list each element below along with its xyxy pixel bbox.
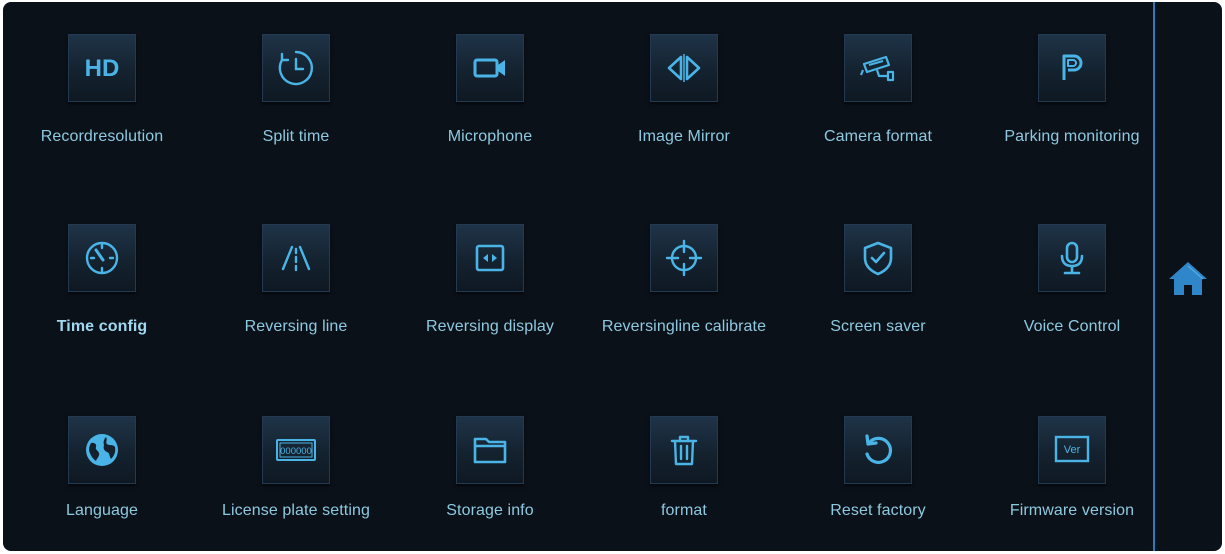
tile-label: Reversing line xyxy=(244,318,348,335)
folder-icon xyxy=(456,416,524,484)
security-camera-icon xyxy=(844,34,912,102)
microphone-icon xyxy=(1038,224,1106,292)
tile-voice-control[interactable]: Voice Control xyxy=(977,224,1167,374)
sidebar-divider xyxy=(1153,2,1155,551)
tile-label: Recordresolution xyxy=(40,128,164,145)
tile-label: Parking monitoring xyxy=(1004,128,1140,145)
tile-reversing-line[interactable]: Reversing line xyxy=(201,224,391,374)
tile-label: Screen saver xyxy=(830,318,926,335)
trash-icon xyxy=(650,416,718,484)
tile-firmware-version[interactable]: Ver Firmware version xyxy=(977,416,1167,551)
tile-label: Language xyxy=(66,502,138,519)
tile-microphone[interactable]: Microphone xyxy=(395,34,585,184)
tile-storage-info[interactable]: Storage info xyxy=(395,416,585,551)
tile-label: Microphone xyxy=(447,128,533,145)
globe-icon xyxy=(68,416,136,484)
tile-split-time[interactable]: Split time xyxy=(201,34,391,184)
tile-label: Storage info xyxy=(446,502,534,519)
crosshair-icon xyxy=(650,224,718,292)
tile-format[interactable]: format xyxy=(589,416,779,551)
mirror-icon xyxy=(650,34,718,102)
tile-label: Voice Control xyxy=(1023,318,1121,335)
hd-icon: HD xyxy=(68,34,136,102)
tile-camera-format[interactable]: Camera format xyxy=(783,34,973,184)
tile-label: Split time xyxy=(262,128,330,145)
tile-reversingline-calibrate[interactable]: Reversingline calibrate xyxy=(589,224,779,374)
settings-screen: HD Recordresolution Split time Microphon… xyxy=(3,2,1222,551)
svg-text:HD: HD xyxy=(85,55,120,82)
tile-time-config[interactable]: Time config xyxy=(7,224,197,374)
tile-reset-factory[interactable]: Reset factory xyxy=(783,416,973,551)
settings-grid: HD Recordresolution Split time Microphon… xyxy=(3,2,1153,551)
tile-label: Reset factory xyxy=(830,502,926,519)
license-plate-icon: 000000 xyxy=(262,416,330,484)
tile-record-resolution[interactable]: HD Recordresolution xyxy=(7,34,197,184)
shield-check-icon xyxy=(844,224,912,292)
reset-icon xyxy=(844,416,912,484)
tile-language[interactable]: Language xyxy=(7,416,197,551)
home-button[interactable] xyxy=(1166,257,1210,301)
version-icon: Ver xyxy=(1038,416,1106,484)
svg-text:000000: 000000 xyxy=(280,446,312,457)
svg-text:Ver: Ver xyxy=(1064,444,1081,456)
road-lines-icon xyxy=(262,224,330,292)
tile-screen-saver[interactable]: Screen saver xyxy=(783,224,973,374)
tile-label: Image Mirror xyxy=(638,128,730,145)
tile-image-mirror[interactable]: Image Mirror xyxy=(589,34,779,184)
tile-label: Reversingline calibrate xyxy=(601,318,767,335)
tile-label: License plate setting xyxy=(222,502,370,519)
tile-label: Firmware version xyxy=(1009,502,1135,519)
tile-reversing-display[interactable]: Reversing display xyxy=(395,224,585,374)
tile-label: Time config xyxy=(56,318,148,335)
tile-parking-monitoring[interactable]: Parking monitoring xyxy=(977,34,1167,184)
video-camera-icon xyxy=(456,34,524,102)
tile-label: Camera format xyxy=(824,128,932,145)
clock-icon xyxy=(262,34,330,102)
tile-label: Reversing display xyxy=(426,318,554,335)
screen-arrows-icon xyxy=(456,224,524,292)
tile-license-plate-setting[interactable]: 000000 License plate setting xyxy=(201,416,391,551)
tile-label: format xyxy=(661,502,707,519)
gauge-icon xyxy=(68,224,136,292)
parking-icon xyxy=(1038,34,1106,102)
home-icon xyxy=(1169,262,1207,295)
